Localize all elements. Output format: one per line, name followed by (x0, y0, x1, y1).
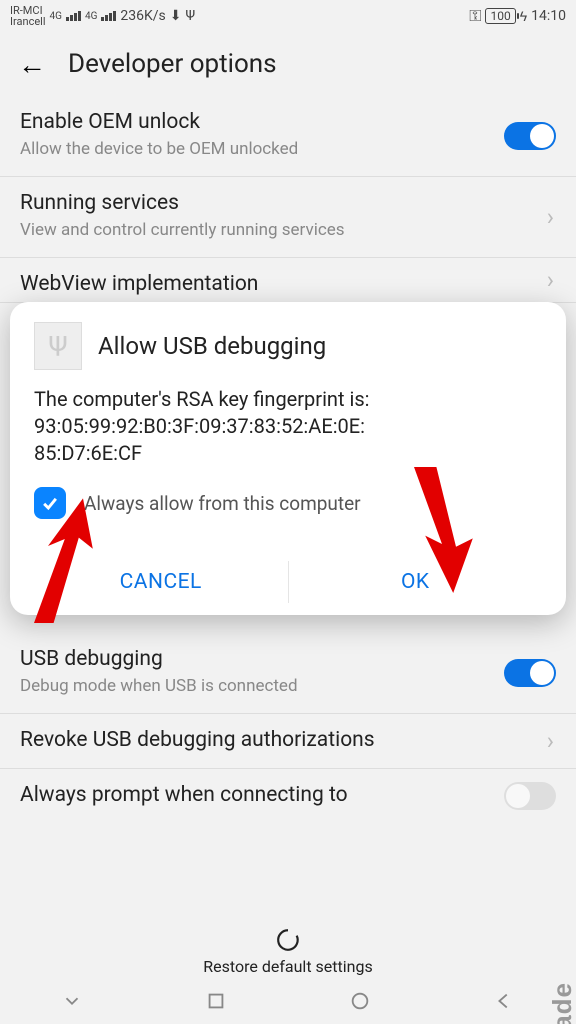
setting-sub: Debug mode when USB is connected (20, 675, 556, 697)
dialog-body-line: 85:D7:6E:CF (34, 440, 542, 467)
battery-indicator: 100 (485, 8, 515, 24)
nav-home-button[interactable] (349, 990, 371, 1016)
check-icon (40, 493, 60, 513)
restore-label: Restore default settings (203, 957, 372, 976)
clock: 14:10 (531, 8, 566, 24)
signal-icon (66, 11, 81, 21)
nav-back-button[interactable] (493, 990, 515, 1016)
dialog-body: The computer's RSA key fingerprint is: 9… (34, 386, 542, 467)
dialog-actions: CANCEL OK (34, 549, 542, 615)
carrier-2: Irancell (10, 16, 46, 27)
restore-defaults-button[interactable]: Restore default settings (0, 927, 576, 976)
nav-bar (0, 982, 576, 1024)
setting-label: WebView implementation (20, 272, 556, 296)
always-allow-checkbox[interactable] (34, 487, 66, 519)
oem-unlock-toggle[interactable] (504, 122, 556, 150)
always-allow-label: Always allow from this computer (84, 492, 361, 515)
setting-label: Always prompt when connecting to (20, 783, 556, 807)
setting-webview[interactable]: WebView implementation › (0, 258, 576, 303)
restore-icon (275, 927, 301, 953)
key-icon: ⚿ (469, 6, 481, 26)
download-icon: ⬇ (170, 8, 182, 24)
dialog-body-line: 93:05:99:92:B0:3F:09:37:83:52:AE:0E: (34, 413, 542, 440)
app-header: ← Developer options (0, 32, 576, 96)
usb-status-icon: Ψ (186, 8, 196, 24)
usb-debugging-dialog: Ψ Allow USB debugging The computer's RSA… (10, 302, 566, 615)
nav-recents-button[interactable] (205, 990, 227, 1016)
watermark: FuLLKade (547, 982, 576, 1024)
setting-label: Enable OEM unlock (20, 110, 556, 134)
page-title: Developer options (68, 49, 277, 79)
chevron-right-icon: › (547, 266, 554, 294)
nav-menu-button[interactable] (61, 990, 83, 1016)
chevron-right-icon: › (547, 203, 554, 231)
cancel-button[interactable]: CANCEL (34, 549, 288, 615)
net-label-1: 4G (50, 11, 62, 22)
dialog-body-line: The computer's RSA key fingerprint is: (34, 386, 542, 413)
usb-debugging-toggle[interactable] (504, 659, 556, 687)
signal-icon-2 (101, 11, 116, 21)
chevron-right-icon: › (547, 727, 554, 755)
setting-running-services[interactable]: Running services View and control curren… (0, 177, 576, 258)
ok-button[interactable]: OK (289, 549, 543, 615)
setting-label: USB debugging (20, 647, 556, 671)
setting-always-prompt[interactable]: Always prompt when connecting to (0, 769, 576, 823)
setting-sub: View and control currently running servi… (20, 219, 556, 241)
setting-revoke-usb[interactable]: Revoke USB debugging authorizations › (0, 714, 576, 769)
status-bar: IR-MCI Irancell 4G 4G 236K/s ⬇ Ψ ⚿ 100 ϟ… (0, 0, 576, 32)
net-label-2: 4G (85, 11, 97, 22)
setting-label: Revoke USB debugging authorizations (20, 728, 556, 752)
dialog-title: Allow USB debugging (98, 332, 326, 360)
setting-oem-unlock[interactable]: Enable OEM unlock Allow the device to be… (0, 96, 576, 177)
always-allow-row[interactable]: Always allow from this computer (34, 487, 542, 519)
network-speed: 236K/s (120, 8, 165, 24)
charging-icon: ϟ (520, 8, 527, 25)
usb-icon: Ψ (34, 322, 82, 370)
setting-sub: Allow the device to be OEM unlocked (20, 138, 556, 160)
setting-usb-debugging[interactable]: USB debugging Debug mode when USB is con… (0, 633, 576, 714)
back-button[interactable]: ← (18, 48, 46, 81)
always-prompt-toggle[interactable] (504, 782, 556, 810)
setting-label: Running services (20, 191, 556, 215)
